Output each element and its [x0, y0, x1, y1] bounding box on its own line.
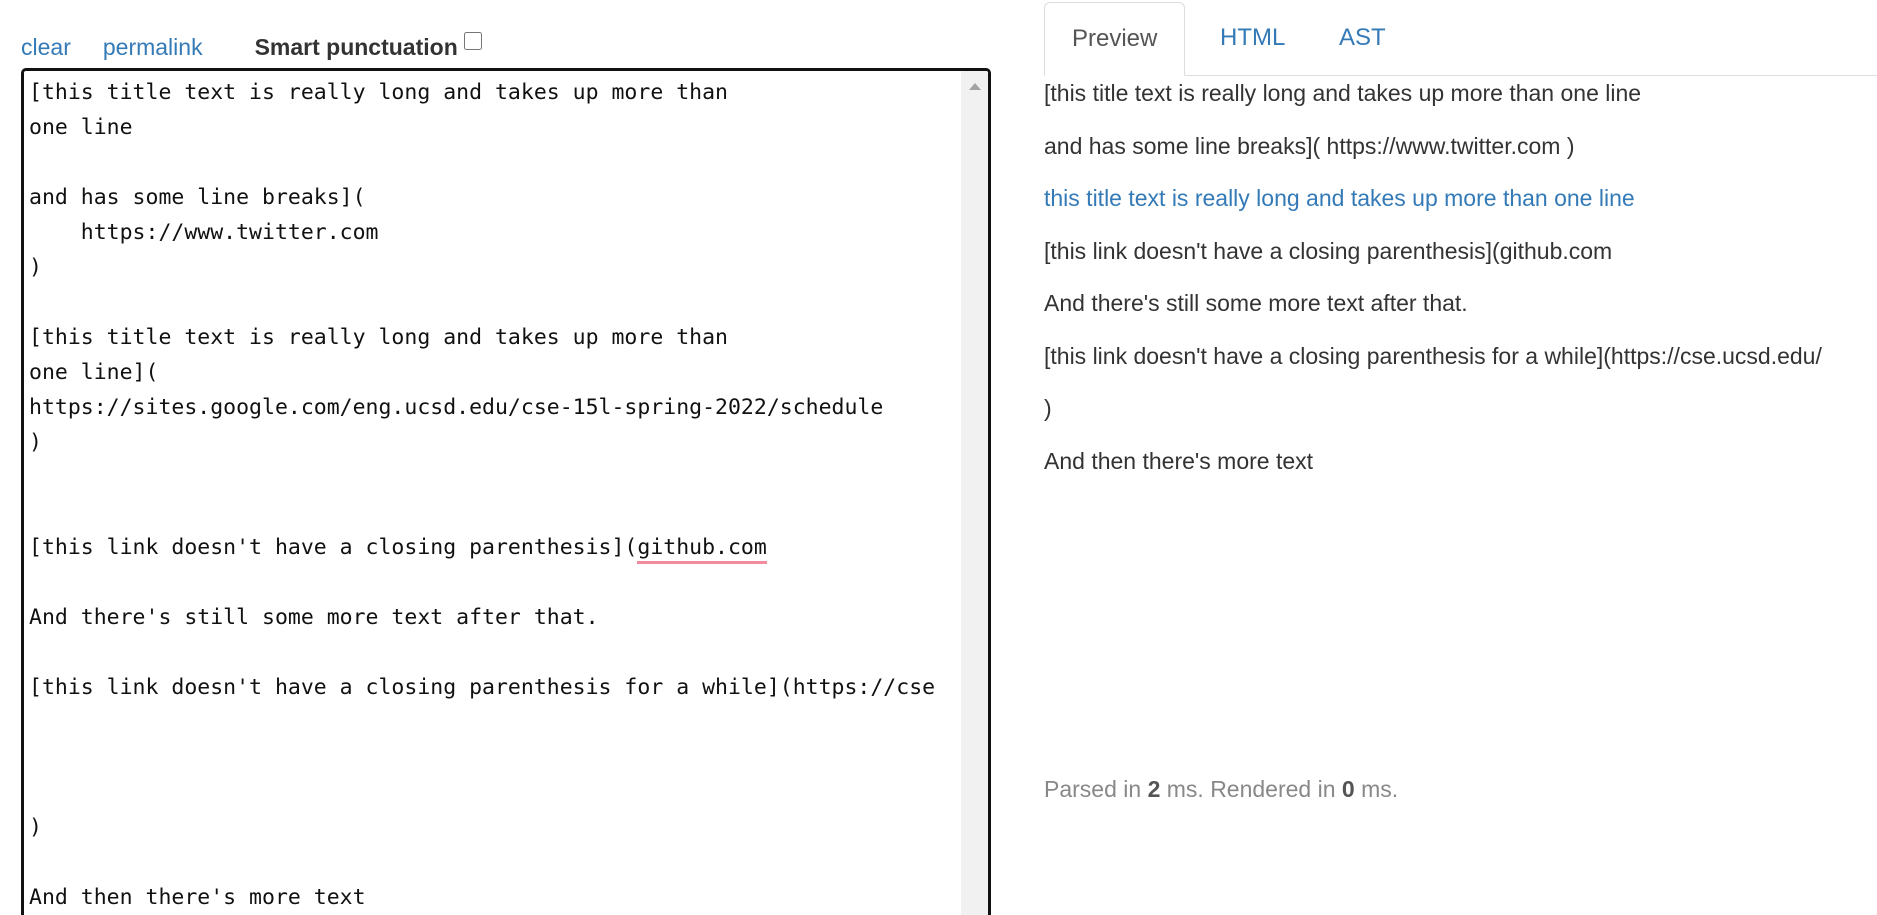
smart-punctuation-checkbox[interactable]	[463, 32, 482, 50]
preview-paragraph: )	[1044, 395, 1052, 421]
scroll-up-arrow-icon[interactable]	[969, 83, 981, 90]
editor-line: [this title text is really long and take…	[29, 80, 728, 105]
timing-suffix: ms.	[1354, 776, 1399, 802]
markdown-textarea[interactable]: [this title text is really long and take…	[29, 75, 964, 915]
editor-line: )	[29, 255, 42, 280]
preview-paragraph: [this link doesn't have a closing parent…	[1044, 342, 1822, 369]
preview-paragraph: [this link doesn't have a closing parent…	[1044, 237, 1613, 264]
tab-ast[interactable]: AST	[1312, 2, 1413, 74]
preview-paragraph: [this title text is really long and take…	[1044, 80, 1642, 106]
markdown-editor[interactable]: [this title text is really long and take…	[21, 68, 991, 915]
editor-line: )	[29, 815, 42, 840]
clear-link[interactable]: clear	[21, 34, 71, 61]
editor-line: )	[29, 430, 42, 455]
editor-line-text: [this link doesn't have a closing parent…	[29, 535, 638, 560]
permalink-link[interactable]: permalink	[103, 34, 203, 61]
editor-line: And then there's more text	[29, 885, 366, 910]
toolbar: clear permalink Smart punctuation	[21, 30, 482, 64]
preview-paragraph: And then there's more text	[1044, 447, 1314, 474]
editor-line: [this link doesn't have a closing parent…	[29, 530, 964, 565]
output-tabs: Preview HTML AST	[1044, 0, 1877, 76]
preview-pane: [this title text is really long and take…	[1044, 76, 1877, 496]
timing-info: Parsed in 2 ms. Rendered in 0 ms.	[1044, 776, 1398, 803]
editor-line: one line](	[29, 360, 159, 385]
editor-scrollbar[interactable]	[961, 71, 988, 915]
tab-html[interactable]: HTML	[1193, 2, 1312, 74]
editor-line: and has some line breaks](	[29, 185, 366, 210]
preview-link[interactable]: this title text is really long and takes…	[1044, 185, 1635, 211]
editor-line: one line	[29, 115, 133, 140]
spellcheck-word: github.com	[637, 535, 767, 564]
preview-paragraph: and has some line breaks]( https://www.t…	[1044, 132, 1575, 159]
tab-preview[interactable]: Preview	[1044, 2, 1186, 76]
smart-punctuation-label[interactable]: Smart punctuation	[254, 32, 482, 61]
preview-paragraph: this title text is really long and takes…	[1044, 181, 1877, 234]
editor-line: https://www.twitter.com	[29, 220, 379, 245]
parsed-prefix: Parsed in	[1044, 776, 1148, 802]
smart-punctuation-text: Smart punctuation	[254, 33, 458, 60]
editor-line: [this title text is really long and take…	[29, 325, 728, 350]
rendered-ms: 0	[1341, 776, 1355, 802]
rendered-prefix: ms. Rendered in	[1160, 776, 1342, 802]
editor-line: https://sites.google.com/eng.ucsd.edu/cs…	[29, 395, 884, 420]
preview-paragraph: And there's still some more text after t…	[1044, 290, 1468, 316]
editor-line: [this link doesn't have a closing parent…	[29, 675, 936, 700]
editor-line: And there's still some more text after t…	[29, 605, 599, 630]
parsed-ms: 2	[1147, 776, 1161, 802]
commonmark-dingus: clear permalink Smart punctuation [this …	[0, 0, 1877, 915]
